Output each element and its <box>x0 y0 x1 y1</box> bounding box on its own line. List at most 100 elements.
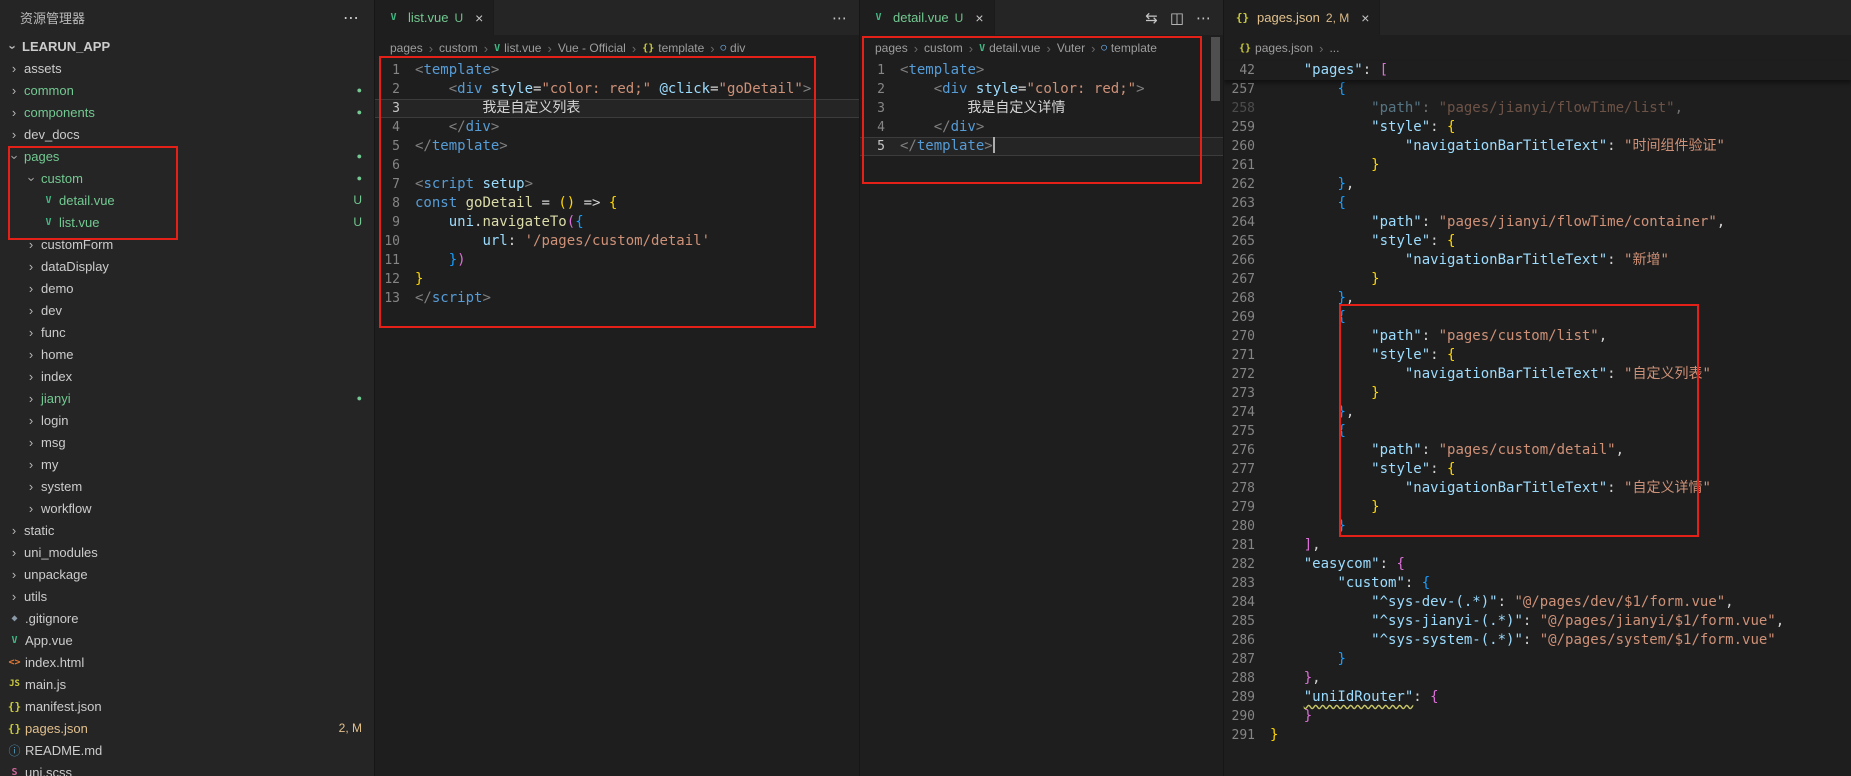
tree-item-workflow[interactable]: ›workflow <box>0 497 374 519</box>
explorer-root-folder[interactable]: › LEARUN_APP <box>0 35 374 57</box>
tree-item-uni-scss[interactable]: Suni.scss <box>0 761 374 776</box>
tree-item-detail-vue[interactable]: Vdetail.vueU <box>0 189 374 211</box>
code-line[interactable]: 3 我是自定义列表 <box>375 99 859 118</box>
breadcrumb-item[interactable]: {}template <box>642 41 704 55</box>
code-line[interactable]: 272 "navigationBarTitleText": "自定义列表" <box>1224 365 1851 384</box>
tree-item-pages[interactable]: ›pages● <box>0 145 374 167</box>
code-line[interactable]: 5</template> <box>860 137 1223 156</box>
breadcrumb-item[interactable]: ◯template <box>1101 41 1156 55</box>
code-line[interactable]: 271 "style": { <box>1224 346 1851 365</box>
code-line[interactable]: 4 </div> <box>375 118 859 137</box>
code-line[interactable]: 273 } <box>1224 384 1851 403</box>
tree-item-msg[interactable]: ›msg <box>0 431 374 453</box>
breadcrumb-item[interactable]: {}pages.json <box>1239 41 1313 55</box>
tree-item-dev[interactable]: ›dev <box>0 299 374 321</box>
tree-item-components[interactable]: ›components● <box>0 101 374 123</box>
more-actions-icon[interactable]: ⋯ <box>1196 9 1211 27</box>
close-icon[interactable]: × <box>475 10 483 26</box>
more-actions-icon[interactable]: ⋯ <box>832 9 847 27</box>
tree-item-custom[interactable]: ›custom● <box>0 167 374 189</box>
tree-item-index-html[interactable]: <>index.html <box>0 651 374 673</box>
code-line[interactable]: 3 我是自定义详情 <box>860 99 1223 118</box>
sticky-scroll-line[interactable]: 42 "pages": [ <box>1224 61 1851 80</box>
code-line[interactable]: 2 <div style="color: red;"> <box>860 80 1223 99</box>
code-line[interactable]: 287 } <box>1224 650 1851 669</box>
tree-item-home[interactable]: ›home <box>0 343 374 365</box>
code-line[interactable]: 5</template> <box>375 137 859 156</box>
tree-item-utils[interactable]: ›utils <box>0 585 374 607</box>
code-line[interactable]: 284 "^sys-dev-(.*)": "@/pages/dev/$1/for… <box>1224 593 1851 612</box>
tree-item-readme-md[interactable]: ⓘREADME.md <box>0 739 374 761</box>
breadcrumb-item[interactable]: custom <box>439 41 478 55</box>
code-line[interactable]: 286 "^sys-system-(.*)": "@/pages/system/… <box>1224 631 1851 650</box>
code-line[interactable]: 261 } <box>1224 156 1851 175</box>
code-line[interactable]: 279 } <box>1224 498 1851 517</box>
code-line[interactable]: 265 "style": { <box>1224 232 1851 251</box>
breadcrumb-item[interactable]: Vlist.vue <box>494 41 541 55</box>
code-line[interactable]: 12} <box>375 270 859 289</box>
tree-item-customform[interactable]: ›customForm <box>0 233 374 255</box>
tree-item-login[interactable]: ›login <box>0 409 374 431</box>
tree-item-gitignore[interactable]: ◆.gitignore <box>0 607 374 629</box>
code-line[interactable]: 280 } <box>1224 517 1851 536</box>
code-line[interactable]: 283 "custom": { <box>1224 574 1851 593</box>
code-line[interactable]: 13</script> <box>375 289 859 308</box>
breadcrumb-item[interactable]: pages <box>875 41 908 55</box>
open-changes-icon[interactable]: ⇆ <box>1145 9 1158 27</box>
code-line[interactable]: 282 "easycom": { <box>1224 555 1851 574</box>
tree-item-pages-json[interactable]: {}pages.json2, M <box>0 717 374 739</box>
code-line[interactable]: 264 "path": "pages/jianyi/flowTime/conta… <box>1224 213 1851 232</box>
code-line[interactable]: 8const goDetail = () => { <box>375 194 859 213</box>
breadcrumb-item[interactable]: pages <box>390 41 423 55</box>
code-line[interactable]: 269 { <box>1224 308 1851 327</box>
code-line[interactable]: 281 ], <box>1224 536 1851 555</box>
tree-item-list-vue[interactable]: Vlist.vueU <box>0 211 374 233</box>
code-line[interactable]: 288 }, <box>1224 669 1851 688</box>
code-line[interactable]: 274 }, <box>1224 403 1851 422</box>
tree-item-demo[interactable]: ›demo <box>0 277 374 299</box>
code-line[interactable]: 259 "style": { <box>1224 118 1851 137</box>
code-line[interactable]: 266 "navigationBarTitleText": "新增" <box>1224 251 1851 270</box>
split-editor-icon[interactable]: ◫ <box>1170 9 1184 27</box>
code-line[interactable]: 11 }) <box>375 251 859 270</box>
code-line[interactable]: 257 { <box>1224 80 1851 99</box>
tree-item-main-js[interactable]: JSmain.js <box>0 673 374 695</box>
code-line[interactable]: 258 "path": "pages/jianyi/flowTime/list"… <box>1224 99 1851 118</box>
tree-item-datadisplay[interactable]: ›dataDisplay <box>0 255 374 277</box>
code-line[interactable]: 289 "uniIdRouter": { <box>1224 688 1851 707</box>
breadcrumb-item[interactable]: ◯div <box>721 41 746 55</box>
code-line[interactable]: 267 } <box>1224 270 1851 289</box>
code-line[interactable]: 4 </div> <box>860 118 1223 137</box>
code-line[interactable]: 7<script setup> <box>375 175 859 194</box>
scrollbar-thumb[interactable] <box>1211 37 1220 101</box>
tab-list-vue[interactable]: Vlist.vueU× <box>375 0 494 35</box>
code-line[interactable]: 276 "path": "pages/custom/detail", <box>1224 441 1851 460</box>
code-line[interactable]: 268 }, <box>1224 289 1851 308</box>
code-line[interactable]: 277 "style": { <box>1224 460 1851 479</box>
code-line[interactable]: 6 <box>375 156 859 175</box>
tree-item-manifest-json[interactable]: {}manifest.json <box>0 695 374 717</box>
code-line[interactable]: 10 url: '/pages/custom/detail' <box>375 232 859 251</box>
tab-pages-json[interactable]: {}pages.json2, M× <box>1224 0 1380 35</box>
tab-detail-vue[interactable]: Vdetail.vueU× <box>860 0 995 35</box>
breadcrumb-item[interactable]: Vue - Official <box>558 41 626 55</box>
close-icon[interactable]: × <box>975 10 983 26</box>
more-actions-icon[interactable]: ⋯ <box>343 8 360 28</box>
code-line[interactable]: 262 }, <box>1224 175 1851 194</box>
tree-item-uni-modules[interactable]: ›uni_modules <box>0 541 374 563</box>
code-line[interactable]: 278 "navigationBarTitleText": "自定义详情" <box>1224 479 1851 498</box>
tree-item-unpackage[interactable]: ›unpackage <box>0 563 374 585</box>
breadcrumb-item[interactable]: ... <box>1329 41 1339 55</box>
tree-item-func[interactable]: ›func <box>0 321 374 343</box>
breadcrumb-item[interactable]: Vdetail.vue <box>979 41 1040 55</box>
tree-item-static[interactable]: ›static <box>0 519 374 541</box>
close-icon[interactable]: × <box>1361 10 1369 26</box>
tree-item-index[interactable]: ›index <box>0 365 374 387</box>
code-line[interactable]: 1<template> <box>860 61 1223 80</box>
tree-item-jianyi[interactable]: ›jianyi● <box>0 387 374 409</box>
code-editor-pages-json[interactable]: 42 "pages": [257 {258 "path": "pages/jia… <box>1224 61 1851 745</box>
code-line[interactable]: 285 "^sys-jianyi-(.*)": "@/pages/jianyi/… <box>1224 612 1851 631</box>
breadcrumb-item[interactable]: custom <box>924 41 963 55</box>
tree-item-assets[interactable]: ›assets <box>0 57 374 79</box>
code-line[interactable]: 263 { <box>1224 194 1851 213</box>
